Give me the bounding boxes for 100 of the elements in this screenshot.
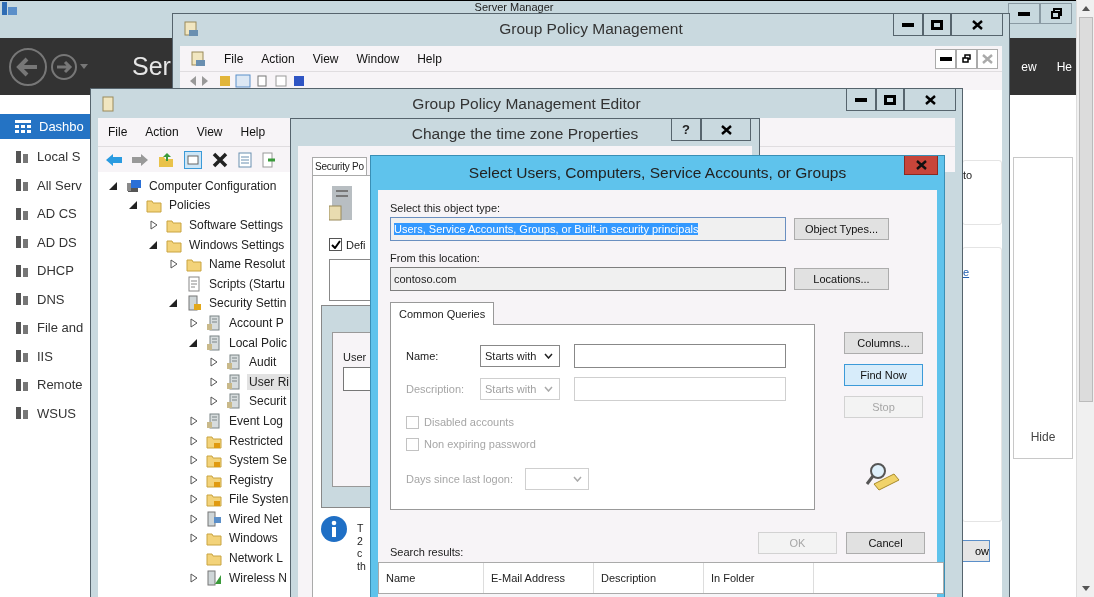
column-header[interactable]: Name — [379, 563, 484, 593]
tree-item[interactable]: Windows — [227, 530, 280, 547]
tree-item[interactable]: Wired Net — [227, 510, 285, 527]
menu-item[interactable]: View — [196, 125, 223, 139]
minimize-button[interactable] — [1008, 3, 1040, 24]
panel-button[interactable]: ow — [962, 540, 990, 562]
close-button[interactable] — [951, 14, 1003, 36]
menu-item[interactable]: File — [108, 125, 128, 139]
menu-item[interactable]: View — [312, 51, 339, 66]
back-icon[interactable] — [106, 153, 122, 166]
collapsed-arrow-icon[interactable] — [188, 415, 200, 426]
minimize-button[interactable] — [893, 14, 923, 36]
tree-item[interactable]: Wireless N — [227, 569, 289, 586]
close-button[interactable] — [904, 89, 956, 111]
link[interactable]: e — [963, 266, 970, 278]
maximize-button[interactable] — [876, 89, 904, 111]
sidebar-item[interactable]: IIS — [0, 342, 92, 371]
sidebar-item[interactable]: AD CS — [0, 199, 92, 228]
up-folder-icon[interactable] — [158, 151, 174, 168]
operator-dropdown[interactable]: Starts with — [480, 344, 560, 367]
sidebar-item[interactable]: All Serv — [0, 171, 92, 200]
pane-icon[interactable] — [184, 150, 202, 169]
collapsed-arrow-icon[interactable] — [208, 396, 220, 407]
column-header[interactable]: In Folder — [704, 563, 814, 593]
collapsed-arrow-icon[interactable] — [208, 376, 220, 387]
sidebar-item[interactable]: Dashbo — [0, 114, 92, 139]
tree-item[interactable]: Computer Configuration — [147, 177, 279, 194]
restore-button[interactable] — [956, 48, 977, 69]
expanded-arrow-icon[interactable] — [108, 180, 120, 191]
menu-item[interactable]: Window — [356, 51, 400, 66]
input-field[interactable] — [574, 343, 786, 368]
input-field[interactable] — [343, 367, 371, 391]
expanded-arrow-icon[interactable] — [168, 298, 180, 309]
tree-item[interactable]: Security Settin — [207, 295, 289, 312]
dialog-button[interactable]: Columns... — [844, 332, 923, 354]
collapsed-arrow-icon[interactable] — [168, 259, 180, 270]
sidebar-item[interactable]: Remote — [0, 370, 92, 399]
sidebar-item[interactable]: AD DS — [0, 228, 92, 257]
tree-item[interactable]: Restricted — [227, 432, 286, 449]
expanded-arrow-icon[interactable] — [188, 337, 200, 348]
export-icon[interactable] — [262, 151, 276, 168]
tree-item[interactable]: Registry — [227, 471, 275, 488]
checkbox[interactable] — [329, 238, 342, 251]
help-button[interactable]: ? — [671, 119, 701, 141]
restore-button[interactable] — [1040, 3, 1072, 24]
maximize-button[interactable] — [923, 14, 951, 36]
collapsed-arrow-icon[interactable] — [188, 317, 200, 328]
sidebar-item[interactable]: WSUS — [0, 399, 92, 428]
menu-item[interactable]: He — [1056, 59, 1072, 74]
tree-item[interactable]: Windows Settings — [187, 236, 287, 253]
dialog-button[interactable]: Cancel — [846, 532, 925, 554]
forward-icon[interactable] — [50, 52, 78, 81]
scrollbar[interactable] — [1076, 0, 1094, 597]
collapsed-arrow-icon[interactable] — [148, 220, 160, 230]
tree-item[interactable]: Securit — [247, 393, 289, 410]
tree-item[interactable]: Scripts (Startu — [207, 275, 288, 292]
hide-link[interactable]: Hide — [1030, 430, 1056, 444]
collapsed-arrow-icon[interactable] — [208, 357, 220, 368]
tree-item[interactable]: Audit — [247, 354, 279, 371]
close-button[interactable] — [701, 119, 751, 141]
object-types-button[interactable]: Object Types... — [794, 218, 889, 240]
menu-item[interactable]: Action — [261, 51, 295, 66]
scroll-up-icon[interactable] — [1081, 6, 1090, 11]
column-header[interactable]: E-Mail Address — [484, 563, 594, 593]
collapsed-arrow-icon[interactable] — [188, 494, 200, 505]
menu-item[interactable]: File — [224, 51, 244, 66]
collapsed-arrow-icon[interactable] — [188, 513, 200, 524]
tree-item[interactable]: File Systen — [227, 491, 291, 508]
expanded-arrow-icon[interactable] — [128, 200, 140, 211]
menu-item[interactable]: ew — [1021, 59, 1037, 74]
tree-item[interactable]: Software Settings — [187, 217, 286, 233]
tree-item[interactable]: User Ri — [247, 373, 291, 390]
collapsed-arrow-icon[interactable] — [188, 474, 200, 485]
menu-item[interactable]: Action — [145, 125, 179, 139]
sidebar-item[interactable]: Local S — [0, 142, 92, 171]
tree-item[interactable]: Policies — [167, 197, 213, 214]
sidebar-item[interactable]: DNS — [0, 285, 92, 314]
locations-button[interactable]: Locations... — [794, 268, 889, 290]
collapsed-arrow-icon[interactable] — [188, 572, 200, 583]
scroll-down-icon[interactable] — [1081, 586, 1090, 591]
tree-item[interactable]: Event Log — [227, 412, 286, 429]
tree-item[interactable]: Name Resolut — [207, 256, 288, 273]
tab[interactable]: Security Po — [312, 157, 367, 175]
delete-icon[interactable] — [212, 151, 228, 168]
collapsed-arrow-icon[interactable] — [188, 435, 200, 446]
tree-item[interactable]: Account P — [227, 314, 286, 331]
collapsed-arrow-icon[interactable] — [188, 455, 200, 466]
sidebar-item[interactable]: DHCP — [0, 256, 92, 285]
location-field[interactable]: contoso.com — [390, 267, 786, 291]
menu-item[interactable]: Help — [240, 125, 266, 139]
expanded-arrow-icon[interactable] — [148, 239, 160, 250]
minimize-button[interactable] — [846, 89, 876, 111]
minimize-button[interactable] — [935, 48, 956, 69]
dialog-button[interactable]: Find Now — [844, 364, 923, 386]
tree-item[interactable]: System Se — [227, 452, 290, 469]
menu-item[interactable]: Help — [417, 51, 442, 66]
dropdown-arrow-icon[interactable] — [80, 64, 88, 69]
tree-item[interactable]: Network L — [227, 550, 286, 567]
sidebar-item[interactable]: File and — [0, 313, 92, 342]
tree-item[interactable]: Local Polic — [227, 334, 290, 351]
